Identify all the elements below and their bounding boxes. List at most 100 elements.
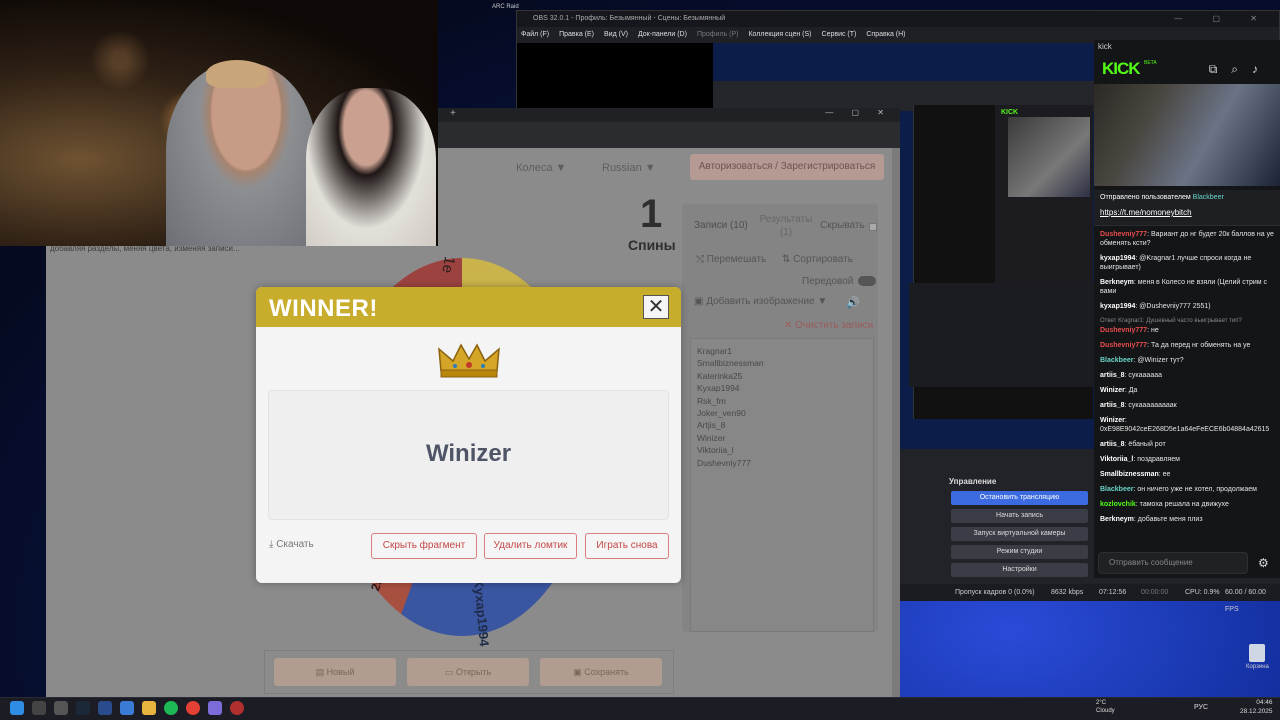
play-again-button[interactable]: Играть снова	[585, 533, 669, 559]
app-icon[interactable]	[120, 701, 134, 715]
new-tab-icon[interactable]: +	[450, 108, 456, 119]
nav-wheels-dropdown[interactable]: Колеса ▼	[516, 162, 566, 174]
advanced-toggle[interactable]	[858, 276, 876, 286]
menu-help[interactable]: Справка (H)	[866, 27, 905, 43]
search-icon[interactable]: ⌕	[1231, 62, 1252, 76]
webcam-feed	[0, 0, 438, 246]
chat-username[interactable]: Blackbeer	[1100, 357, 1133, 364]
add-image-button[interactable]: ▣ Добавить изображение ▼	[694, 296, 827, 307]
sound-icon[interactable]: 🔊	[846, 296, 860, 309]
tab-results[interactable]: Результаты (1)	[758, 213, 814, 239]
browser-toolbar	[438, 122, 900, 148]
entry-line: Winizer	[697, 432, 726, 443]
menu-tools[interactable]: Сервис (T)	[822, 27, 857, 43]
download-label: Скачать	[276, 539, 314, 550]
save-wheel-button[interactable]: ▣ Сохранять	[540, 658, 662, 686]
arc-raiders-desktop-icon[interactable]: ARC Raid	[492, 4, 519, 10]
chat-message: artiis_8: сукааааааааак	[1100, 401, 1276, 410]
entry-line: Smallbiznessman	[697, 358, 764, 369]
tab-entries[interactable]: Записи (10)	[694, 220, 748, 231]
kick-dock-title: kick	[1098, 42, 1112, 51]
language-indicator[interactable]: РУС	[1194, 704, 1208, 711]
chat-username[interactable]: Dushevniy777	[1100, 327, 1147, 334]
obs-title-bar: OBS 32.0.1 - Профиль: Безымянный - Сцены…	[517, 11, 1279, 27]
recycle-bin-icon[interactable]: Корзина	[1246, 644, 1269, 670]
chat-username[interactable]: Berkneym	[1100, 279, 1134, 286]
chat-username[interactable]: artiis_8	[1100, 402, 1125, 409]
studio-mode-button[interactable]: Режим студии	[951, 545, 1088, 559]
crown-icon	[438, 343, 500, 378]
clip-icon[interactable]: ⧉	[1209, 62, 1232, 76]
shuffle-button[interactable]: ⤭ Перемешать	[696, 254, 766, 265]
chat-text: : Да	[1124, 387, 1138, 394]
app-icon[interactable]	[208, 701, 222, 715]
kick-beta-badge: BETA	[1144, 60, 1157, 66]
chat-message: kyxap1994: @Kragnar1 лучше спроси когда …	[1100, 254, 1276, 272]
browser-window-controls[interactable]: — ▢ ✕	[825, 108, 892, 117]
task-view-icon[interactable]	[54, 701, 68, 715]
weather-widget[interactable]: 2°C Cloudy	[1096, 699, 1115, 715]
chat-username[interactable]: artiis_8	[1100, 441, 1125, 448]
steam-icon[interactable]	[76, 701, 90, 715]
chat-username[interactable]: Viktoriia_l	[1100, 456, 1133, 463]
sort-button[interactable]: ⇅ Сортировать	[782, 254, 853, 265]
menu-docks[interactable]: Док-панели (D)	[638, 27, 687, 43]
chat-message: Berkneym: меня в Колесо не взяли (Целий …	[1100, 278, 1276, 296]
settings-button[interactable]: Настройки	[951, 563, 1088, 577]
chat-message: Winizer: Да	[1100, 386, 1276, 395]
chat-username[interactable]: kozlovchik	[1100, 501, 1136, 508]
menu-file[interactable]: Файл (F)	[521, 27, 549, 43]
close-button[interactable]: ✕	[643, 295, 669, 319]
chat-username[interactable]: Smallbiznessman	[1100, 471, 1159, 478]
start-recording-button[interactable]: Начать запись	[951, 509, 1088, 523]
chrome-icon[interactable]	[186, 701, 200, 715]
new-wheel-button[interactable]: ▤ Новый	[274, 658, 396, 686]
live-time: 07:12:56	[1099, 589, 1127, 596]
chat-message: kozlovchik: тамоха решала на движуxe	[1100, 500, 1276, 509]
obs-window-controls[interactable]: — ▢ ✕	[1174, 11, 1271, 27]
language-dropdown[interactable]: Russian ▼	[602, 162, 656, 174]
browser-scrollbar[interactable]	[892, 148, 900, 697]
stop-streaming-button[interactable]: Остановить трансляцию	[951, 491, 1088, 505]
entry-line: Katerinka25	[697, 370, 743, 381]
clear-entries-button[interactable]: ✕ Очистить записи	[784, 320, 873, 331]
remove-slice-button[interactable]: Удалить ломтик	[484, 533, 577, 559]
nested-kick-logo: KICK	[1001, 109, 1019, 116]
chat-username[interactable]: Dushevniy777	[1100, 231, 1147, 238]
chat-input[interactable]: Отправить сообщение	[1098, 552, 1248, 574]
clock[interactable]: 04:46 28.12.2025	[1240, 698, 1273, 716]
gear-icon[interactable]: ⚙	[1258, 556, 1269, 570]
login-register-button[interactable]: Авторизоваться / Зарегистрироваться	[690, 154, 884, 180]
menu-profile[interactable]: Профиль (P)	[697, 27, 739, 43]
menu-view[interactable]: Вид (V)	[604, 27, 628, 43]
chat-username[interactable]: kyxap1994	[1100, 255, 1135, 262]
pinned-link[interactable]: https://t.me/nomoneybitch	[1100, 208, 1192, 217]
entries-textarea[interactable]: Kragnar1 Smallbiznessman Katerinka25 Kyxap1…	[690, 338, 874, 632]
app-icon[interactable]	[98, 701, 112, 715]
chat-username[interactable]: kyxap1994	[1100, 303, 1135, 310]
open-wheel-button[interactable]: ▭ Открыть	[407, 658, 529, 686]
spotify-icon[interactable]	[164, 701, 178, 715]
chat-username[interactable]: Winizer	[1100, 387, 1125, 394]
obs-icon[interactable]	[230, 701, 244, 715]
file-explorer-icon[interactable]	[142, 701, 156, 715]
reply-context: Ответ Kragnar1: Душевный часто выигрывае…	[1100, 318, 1242, 324]
search-icon[interactable]	[32, 701, 46, 715]
virtual-camera-button[interactable]: Запуск виртуальной камеры	[951, 527, 1088, 541]
menu-edit[interactable]: Правка (E)	[559, 27, 594, 43]
chat-username[interactable]: Berkneym	[1100, 516, 1134, 523]
download-button[interactable]: ⤓ Скачать	[269, 539, 314, 550]
kick-toolbar-icons[interactable]: ⧉⌕♪	[1209, 62, 1272, 77]
start-icon[interactable]	[10, 701, 24, 715]
kick-video-preview[interactable]	[1094, 84, 1280, 186]
hide-checkbox[interactable]	[869, 223, 877, 231]
menu-scene-collection[interactable]: Коллекция сцен (S)	[748, 27, 811, 43]
bell-icon[interactable]: ♪	[1252, 62, 1272, 76]
hide-slice-button[interactable]: Скрыть фрагмент	[371, 533, 477, 559]
chat-message: Smallbiznessman: ее	[1100, 470, 1276, 479]
chat-username[interactable]: artiis_8	[1100, 372, 1125, 379]
chat-username[interactable]: Blackbeer	[1100, 486, 1133, 493]
chat-username[interactable]: Winizer	[1100, 417, 1125, 424]
webcam-person-1-hair	[206, 60, 268, 88]
chat-username[interactable]: Dushevniy777	[1100, 342, 1147, 349]
